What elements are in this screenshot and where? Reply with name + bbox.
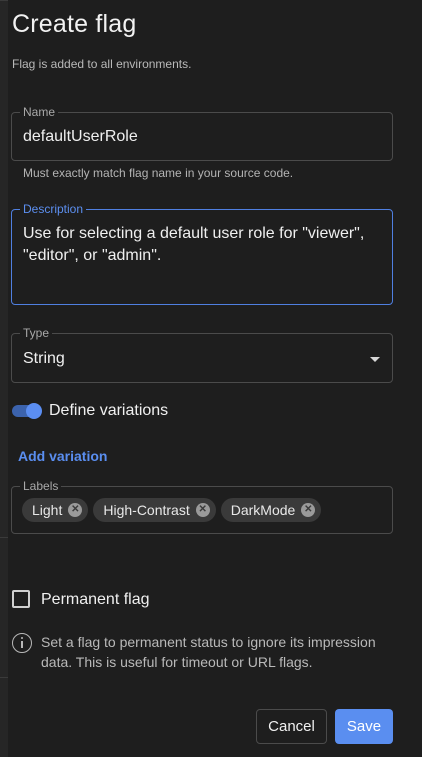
divider — [0, 0, 8, 1]
divider — [0, 677, 8, 678]
dialog-subtitle: Flag is added to all environments. — [12, 57, 192, 71]
info-icon — [12, 633, 32, 653]
chip-label: Light — [32, 502, 63, 518]
label-chip[interactable]: High-Contrast ✕ — [93, 498, 216, 522]
caret-down-icon — [370, 357, 380, 362]
background-page — [0, 0, 8, 757]
labels-field[interactable]: Labels Light ✕ High-Contrast ✕ DarkMode … — [11, 479, 393, 534]
define-variations-label: Define variations — [49, 402, 169, 419]
name-field-label: Name — [20, 105, 59, 119]
add-variation-button[interactable]: Add variation — [18, 448, 107, 464]
permanent-flag-checkbox[interactable] — [12, 590, 30, 608]
description-field-label: Description — [20, 202, 87, 216]
type-select[interactable]: Type String — [11, 326, 393, 383]
remove-chip-icon[interactable]: ✕ — [195, 503, 210, 517]
name-field[interactable]: Name defaultUserRole — [11, 105, 393, 161]
divider — [0, 537, 8, 538]
labels-field-label: Labels — [20, 479, 62, 493]
toggle-thumb — [26, 403, 42, 419]
type-select-value: String — [23, 350, 65, 367]
cancel-button[interactable]: Cancel — [256, 709, 327, 744]
type-field-label: Type — [20, 326, 53, 340]
chip-label: High-Contrast — [103, 502, 190, 518]
label-chips: Light ✕ High-Contrast ✕ DarkMode ✕ — [22, 498, 322, 522]
description-field[interactable]: Description Use for selecting a default … — [11, 202, 393, 305]
chip-label: DarkMode — [230, 502, 296, 518]
remove-chip-icon[interactable]: ✕ — [301, 503, 316, 517]
label-chip[interactable]: Light ✕ — [22, 498, 89, 522]
description-field-value[interactable]: Use for selecting a default user role fo… — [23, 223, 383, 267]
create-flag-dialog: Create flag Flag is added to all environ… — [8, 0, 422, 757]
name-field-value[interactable]: defaultUserRole — [23, 126, 138, 148]
save-button[interactable]: Save — [335, 709, 393, 744]
remove-chip-icon[interactable]: ✕ — [68, 503, 83, 517]
label-chip[interactable]: DarkMode ✕ — [220, 498, 322, 522]
permanent-flag-label[interactable]: Permanent flag — [41, 591, 150, 609]
define-variations-toggle[interactable] — [12, 403, 42, 419]
dialog-title: Create flag — [12, 10, 137, 38]
name-helper-text: Must exactly match flag name in your sou… — [23, 166, 294, 180]
permanent-info-text: Set a flag to permanent status to ignore… — [41, 634, 376, 670]
